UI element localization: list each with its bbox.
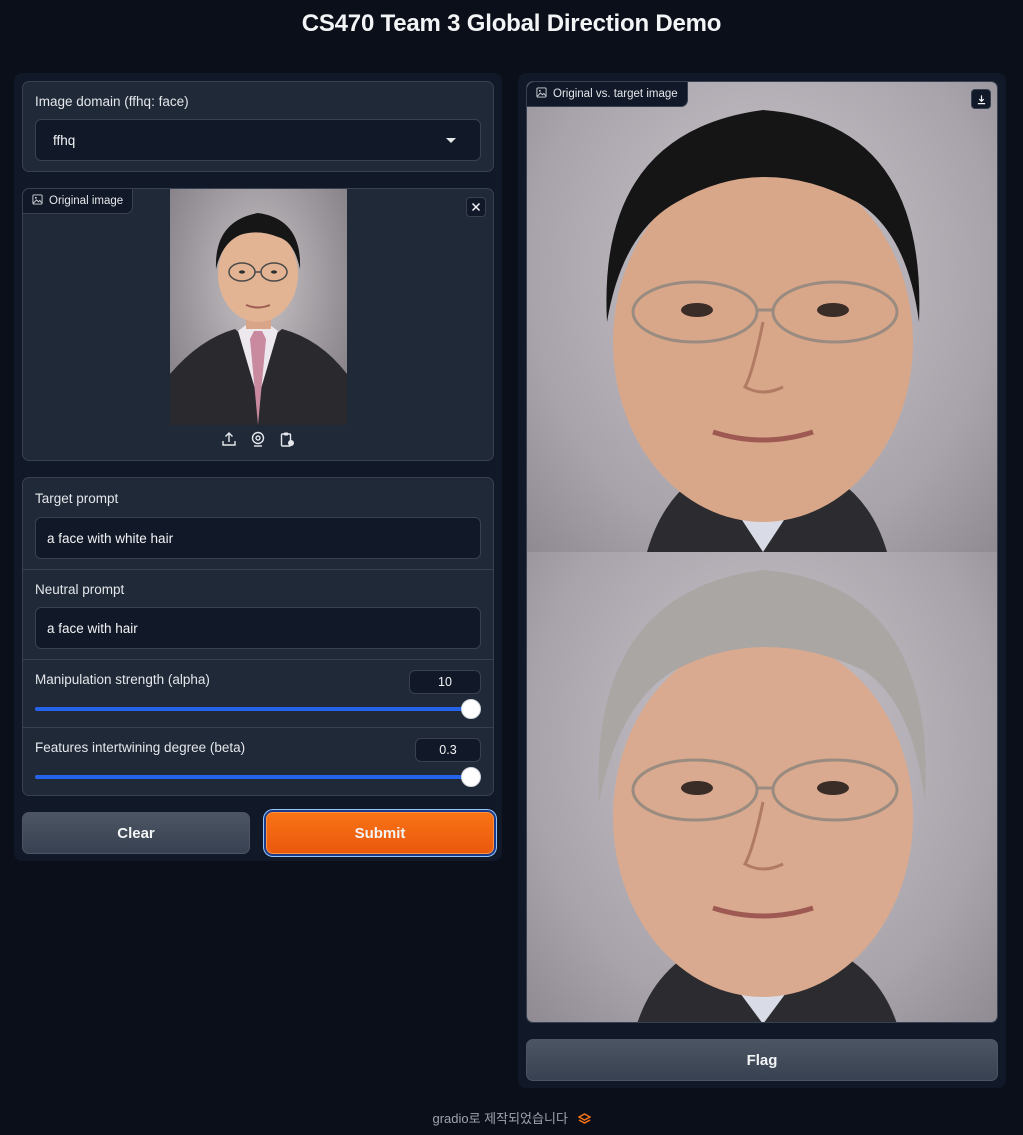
- neutral-prompt-label: Neutral prompt: [35, 582, 125, 597]
- domain-label: Image domain (ffhq: face): [35, 94, 189, 109]
- original-image-tag: Original image: [23, 189, 134, 214]
- output-image-label: Original vs. target image: [553, 88, 678, 100]
- image-icon: [536, 87, 547, 101]
- beta-slider-thumb[interactable]: [461, 767, 481, 787]
- clear-button[interactable]: Clear: [22, 812, 250, 854]
- beta-number-input[interactable]: 0.3: [415, 738, 481, 762]
- divider: [23, 727, 493, 728]
- image-icon: [32, 194, 43, 208]
- footer: gradio로 제작되었습니다: [0, 1108, 1023, 1128]
- beta-label: Features intertwining degree (beta): [35, 740, 246, 755]
- chevron-down-icon: [446, 138, 456, 143]
- gradio-logo-icon: [576, 1113, 592, 1128]
- close-icon[interactable]: [466, 197, 486, 217]
- original-image-block: Original image: [22, 188, 494, 461]
- target-prompt-input[interactable]: a face with white hair: [35, 517, 481, 559]
- alpha-number-input[interactable]: 10: [409, 670, 481, 694]
- divider: [23, 659, 493, 660]
- alpha-label: Manipulation strength (alpha): [35, 672, 210, 687]
- domain-dropdown-block: Image domain (ffhq: face) ffhq: [22, 81, 494, 172]
- divider: [23, 569, 493, 570]
- neutral-prompt-input[interactable]: a face with hair: [35, 607, 481, 649]
- target-output-photo: [527, 552, 997, 1022]
- submit-button[interactable]: Submit: [266, 812, 494, 854]
- alpha-slider-thumb[interactable]: [461, 699, 481, 719]
- flag-button[interactable]: Flag: [526, 1039, 998, 1081]
- output-image-tag: Original vs. target image: [527, 82, 688, 107]
- beta-slider-track[interactable]: [35, 775, 471, 779]
- original-output-photo: [527, 82, 997, 552]
- app-title: CS470 Team 3 Global Direction Demo: [301, 10, 722, 37]
- output-image-block: Original vs. target image: [526, 81, 998, 1023]
- footer-text[interactable]: gradio로 제작되었습니다: [432, 1111, 567, 1126]
- upload-icon[interactable]: [221, 431, 237, 452]
- original-image-label: Original image: [49, 195, 124, 207]
- output-column: Original vs. target image Flag: [518, 73, 1006, 1088]
- input-column: Image domain (ffhq: face) ffhq Original …: [14, 73, 502, 861]
- domain-dropdown-value: ffhq: [53, 132, 76, 148]
- download-icon[interactable]: [971, 89, 991, 109]
- original-photo: [170, 189, 347, 425]
- domain-dropdown[interactable]: ffhq: [35, 119, 481, 161]
- webcam-icon[interactable]: [250, 431, 266, 452]
- parameters-block: Target prompt a face with white hair Neu…: [22, 477, 494, 796]
- alpha-slider-track[interactable]: [35, 707, 471, 711]
- target-prompt-label: Target prompt: [35, 491, 119, 506]
- clipboard-icon[interactable]: [279, 431, 295, 452]
